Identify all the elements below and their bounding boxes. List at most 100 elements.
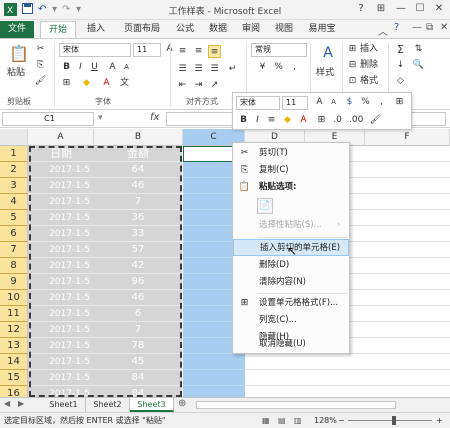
underline-icon[interactable]: U xyxy=(88,61,101,74)
comma-icon[interactable]: , xyxy=(288,61,301,74)
delete-label[interactable]: 删除 xyxy=(360,59,378,72)
mini-bold-icon[interactable]: B xyxy=(237,114,250,127)
cell-b[interactable]: 36 xyxy=(94,210,182,226)
zoom-level[interactable]: 128% xyxy=(314,413,337,428)
column-header-f[interactable]: F xyxy=(365,129,450,146)
page-break-view-icon[interactable]: ▥ xyxy=(294,413,302,428)
cell-b[interactable]: 33 xyxy=(94,226,182,242)
sort-filter-icon[interactable]: ⇅ xyxy=(412,43,425,56)
column-header-a[interactable]: A xyxy=(28,129,94,146)
tab-formulas[interactable]: 公式 xyxy=(170,21,200,38)
row-header[interactable]: 4 xyxy=(0,194,28,210)
cell-a[interactable]: 2017-1-5 xyxy=(28,178,94,194)
tab-file[interactable]: 文件 xyxy=(0,21,34,38)
row-header[interactable]: 2 xyxy=(0,162,28,178)
menu-item-format-cells[interactable]: ⊞ 设置单元格格式(F)... xyxy=(233,295,349,312)
align-center-icon[interactable]: ☰ xyxy=(192,63,205,76)
orientation-icon[interactable]: ↗ xyxy=(208,79,221,92)
menu-item-copy[interactable]: ⎘ 复制(C) xyxy=(233,162,349,179)
autosum-icon[interactable]: Σ xyxy=(394,43,407,56)
paste-label[interactable]: 粘贴 xyxy=(7,67,25,80)
row-header[interactable]: 15 xyxy=(0,370,28,386)
cell-d[interactable] xyxy=(245,370,450,386)
menu-item-unhide[interactable]: 取消隐藏(U) xyxy=(233,336,349,353)
horizontal-scrollbar[interactable] xyxy=(196,401,396,409)
cell-d[interactable] xyxy=(245,386,450,397)
styles-icon[interactable]: A xyxy=(318,43,338,63)
align-bottom-icon[interactable]: ≡ xyxy=(208,45,221,58)
cell-a[interactable]: 2017-1-5 xyxy=(28,322,94,338)
cell-a[interactable]: 2017-1-5 xyxy=(28,194,94,210)
zoom-out-icon[interactable]: − xyxy=(338,413,345,428)
cell-a[interactable]: 2017-1-5 xyxy=(28,290,94,306)
mini-percent-icon[interactable]: % xyxy=(359,96,372,109)
cell-b[interactable]: 46 xyxy=(94,178,182,194)
font-size-box[interactable]: 11 xyxy=(133,43,161,57)
format-cells-icon[interactable]: ⊡ xyxy=(346,75,359,88)
cell-b[interactable]: 64 xyxy=(94,162,182,178)
sheet-tab-2[interactable]: Sheet2 xyxy=(86,398,130,412)
cell-b[interactable]: 7 xyxy=(94,194,182,210)
wrap-text-icon[interactable]: ↵ xyxy=(226,63,239,76)
normal-view-icon[interactable]: ▦ xyxy=(262,413,270,428)
mini-grow-font-icon[interactable]: A xyxy=(313,96,326,109)
cell-c[interactable] xyxy=(183,370,245,386)
worksheet-grid[interactable]: A B C D E F 1 日期 金额 2 2017-1-5 64 3 2017-1-5 46 4… xyxy=(0,129,450,397)
menu-item-clear-contents[interactable]: 清除内容(N) xyxy=(233,274,349,291)
number-format-box[interactable]: 常规 xyxy=(251,43,307,57)
mini-format-icon[interactable]: ⊞ xyxy=(393,96,406,109)
decrease-font-icon[interactable]: A xyxy=(120,61,133,74)
cell-a[interactable]: 2017-1-5 xyxy=(28,210,94,226)
mini-format-painter-icon[interactable]: 🖌 xyxy=(369,114,382,127)
insert-label[interactable]: 插入 xyxy=(360,43,378,56)
align-left-icon[interactable]: ☰ xyxy=(176,63,189,76)
mini-font-name[interactable]: 宋体 xyxy=(236,96,280,110)
name-box[interactable]: C1 xyxy=(2,112,94,126)
clear-icon[interactable]: ◇ xyxy=(394,75,407,88)
mini-font-size[interactable]: 11 xyxy=(282,96,308,110)
help-icon[interactable]: ? xyxy=(394,22,399,33)
minimize-button[interactable]: — xyxy=(392,2,410,16)
new-sheet-icon[interactable]: ⊕ xyxy=(178,398,186,409)
cell-b[interactable]: 57 xyxy=(94,242,182,258)
cell-a[interactable]: 2017-1-5 xyxy=(28,258,94,274)
cell-b[interactable]: 42 xyxy=(94,258,182,274)
cell-b[interactable]: 金额 xyxy=(94,146,182,162)
menu-item-paste-special[interactable]: 选择性粘贴(S)... › xyxy=(233,217,349,234)
cell-a[interactable]: 2017-1-5 xyxy=(28,370,94,386)
help-button[interactable]: ? xyxy=(352,2,370,16)
cell-d[interactable] xyxy=(245,354,450,370)
mini-font-color-icon[interactable]: A xyxy=(297,114,310,127)
phonetic-icon[interactable]: 文 xyxy=(118,77,131,90)
row-header[interactable]: 14 xyxy=(0,354,28,370)
mini-align-icon[interactable]: ≡ xyxy=(265,114,278,127)
align-right-icon[interactable]: ☰ xyxy=(208,63,221,76)
cell-b[interactable]: 78 xyxy=(94,338,182,354)
delete-cells-icon[interactable]: ⊟ xyxy=(346,59,359,72)
row-header[interactable]: 12 xyxy=(0,322,28,338)
close-button[interactable]: ✕ xyxy=(430,2,448,16)
close-workbook-icon[interactable]: ✕ xyxy=(440,22,448,33)
maximize-button[interactable]: ☐ xyxy=(411,2,429,16)
restore-icon[interactable]: ⧉ xyxy=(426,22,433,33)
cell-b[interactable]: 45 xyxy=(94,354,182,370)
borders-icon[interactable]: ⊞ xyxy=(60,77,73,90)
insert-cells-icon[interactable]: ⊞ xyxy=(346,43,359,56)
cell-b[interactable]: 84 xyxy=(94,386,182,397)
find-select-icon[interactable]: 🔍 xyxy=(412,59,425,72)
mini-fill-color-icon[interactable]: ◆ xyxy=(281,114,294,127)
percent-icon[interactable]: % xyxy=(272,61,285,74)
mini-decrease-decimal-icon[interactable]: .0 xyxy=(331,114,344,127)
increase-font-icon[interactable]: A xyxy=(106,61,119,74)
name-box-dropdown-icon[interactable]: ▾ xyxy=(98,113,103,123)
cell-a[interactable]: 2017-1-5 xyxy=(28,226,94,242)
font-color-icon[interactable]: A xyxy=(100,77,113,90)
cell-a[interactable]: 2017-1-5 xyxy=(28,338,94,354)
copy-icon[interactable]: ⎘ xyxy=(34,59,47,72)
increase-indent-icon[interactable]: ⇥ xyxy=(192,79,205,92)
row-header[interactable]: 5 xyxy=(0,210,28,226)
paste-icon[interactable]: 📋 xyxy=(8,43,30,65)
cell-c[interactable] xyxy=(183,386,245,397)
cell-a[interactable]: 2017-1-5 xyxy=(28,274,94,290)
cell-a[interactable]: 2017-1-5 xyxy=(28,354,94,370)
